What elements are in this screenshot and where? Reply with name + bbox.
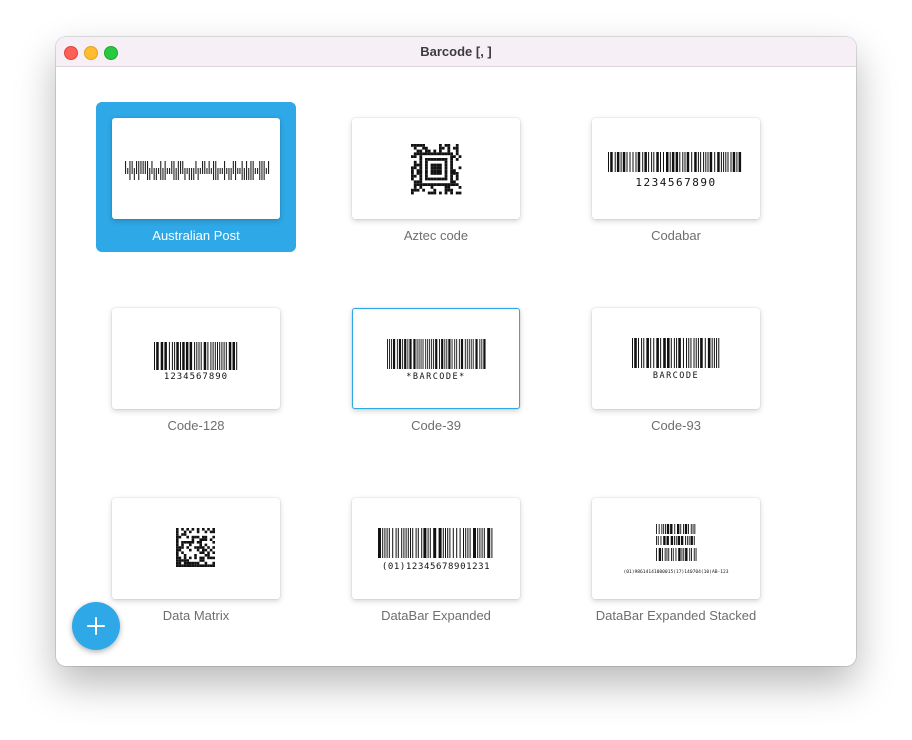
tile-label: Code-128 (167, 418, 225, 433)
title-bar: Barcode [, ] (56, 37, 856, 67)
tile-aztec-code[interactable]: Aztec code (336, 102, 536, 252)
code-93-barcode-icon: BARCODE (632, 338, 720, 381)
tile-codabar[interactable]: 1234567890 Codabar (576, 102, 776, 252)
barcode-text: BARCODE (653, 371, 699, 381)
barcode-preview: (01)12345678901231 (352, 498, 520, 599)
barcode-preview (352, 118, 520, 219)
barcode-text: *BARCODE* (406, 372, 466, 382)
tile-label: Aztec code (403, 228, 469, 243)
barcode-preview (112, 498, 280, 599)
tile-label: Data Matrix (162, 608, 230, 623)
plus-icon (72, 602, 120, 650)
data-matrix-symbol-icon (176, 528, 215, 567)
tile-code-128[interactable]: 1234567890 Code-128 (96, 292, 296, 442)
tile-label: Code-93 (651, 418, 701, 433)
barcode-text: 1234567890 (164, 372, 228, 382)
window-title: Barcode [, ] (420, 44, 492, 59)
barcode-text: (01)98614141000015(17)140704(10)AB-123 (623, 569, 728, 575)
barcode-preview: *BARCODE* (352, 308, 520, 409)
code-128-barcode-icon: 1234567890 (154, 342, 238, 382)
barcode-preview (112, 118, 280, 219)
barcode-preview: (01)98614141000015(17)140704(10)AB-123 (592, 498, 760, 599)
barcode-preview: 1234567890 (592, 118, 760, 219)
barcode-preview: 1234567890 (112, 308, 280, 409)
tile-data-matrix[interactable]: Data Matrix (96, 482, 296, 632)
tile-code-93[interactable]: BARCODE Code-93 (576, 292, 776, 442)
tile-label: Codabar (651, 228, 701, 243)
tile-code-39[interactable]: *BARCODE* Code-39 (336, 292, 536, 442)
barcode-text: (01)12345678901231 (382, 562, 490, 572)
australian-post-barcode-icon (125, 161, 270, 180)
tile-australian-post[interactable]: Australian Post (96, 102, 296, 252)
databar-expanded-stacked-barcode-icon: (01)98614141000015(17)140704(10)AB-123 (623, 524, 729, 575)
code-39-barcode-icon: *BARCODE* (387, 339, 486, 382)
tile-label: DataBar Expanded (381, 608, 491, 623)
tile-label: Code-39 (411, 418, 461, 433)
tile-databar-expanded-stacked[interactable]: (01)98614141000015(17)140704(10)AB-123 D… (576, 482, 776, 632)
tile-label: DataBar Expanded Stacked (595, 608, 757, 623)
tile-label: Australian Post (152, 228, 240, 243)
barcode-text: 1234567890 (635, 176, 716, 189)
app-window: Barcode [, ] Australian Post Aztec code … (56, 37, 856, 666)
tile-databar-expanded[interactable]: (01)12345678901231 DataBar Expanded (336, 482, 536, 632)
codabar-barcode-icon: 1234567890 (608, 152, 742, 189)
aztec-code-symbol-icon (411, 144, 462, 195)
barcode-preview: BARCODE (592, 308, 760, 409)
databar-expanded-barcode-icon: (01)12345678901231 (378, 528, 493, 572)
add-button[interactable] (72, 602, 120, 650)
